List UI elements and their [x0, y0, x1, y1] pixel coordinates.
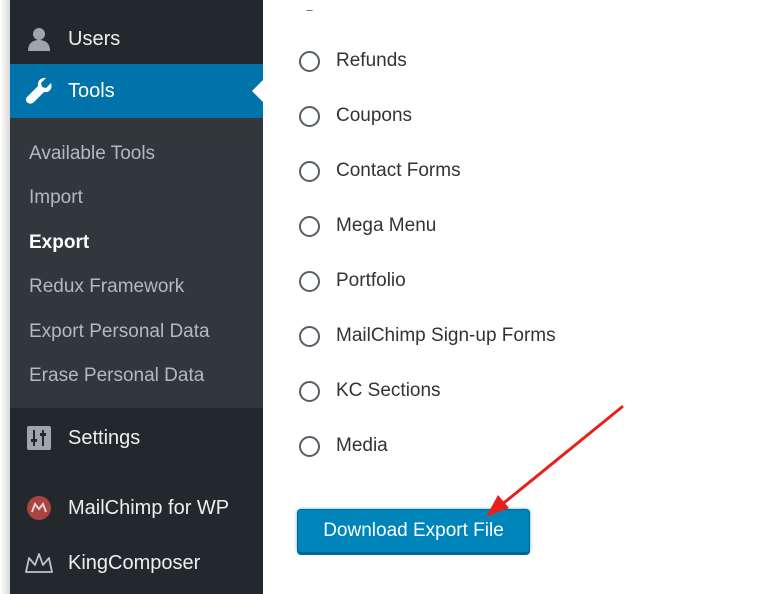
- radio-mailchimp-signup-forms[interactable]: [299, 325, 320, 347]
- kingcomposer-crown-icon: [24, 548, 54, 578]
- radio-portfolio[interactable]: [299, 270, 320, 292]
- export-option-portfolio[interactable]: Portfolio: [299, 270, 406, 292]
- download-export-file-button[interactable]: Download Export File: [297, 509, 530, 553]
- submenu-erase-personal-data[interactable]: Erase Personal Data: [29, 365, 204, 387]
- radio-label: MailChimp Sign-up Forms: [336, 325, 556, 346]
- sidebar-item-tools[interactable]: Tools: [10, 64, 263, 118]
- screenshot-frame: Users Tools Available Tools Import Expor…: [0, 0, 771, 594]
- radio-refunds[interactable]: [299, 50, 320, 72]
- radio-mega-menu[interactable]: [299, 215, 320, 237]
- radio-label: Mega Menu: [336, 215, 437, 236]
- radio-coupons[interactable]: [299, 105, 320, 127]
- radio-label: KC Sections: [336, 380, 441, 401]
- submenu-import[interactable]: Import: [29, 187, 83, 209]
- export-option-refunds[interactable]: Refunds: [299, 50, 407, 72]
- export-option-media[interactable]: Media: [299, 435, 388, 457]
- sidebar-item-tools-label: Tools: [68, 79, 115, 102]
- radio-label: Contact Forms: [336, 160, 461, 181]
- sidebar-item-users-label: Users: [68, 27, 121, 50]
- export-option-kc-sections[interactable]: KC Sections: [299, 380, 441, 402]
- sidebar-item-users[interactable]: Users: [10, 14, 263, 64]
- sidebar-item-kingcomposer-label: KingComposer: [68, 551, 201, 574]
- sidebar-item-mailchimp-label: MailChimp for WP: [68, 496, 230, 519]
- export-content: Refunds Coupons Contact Forms Mega Menu …: [263, 0, 771, 594]
- left-shadow: [0, 0, 10, 594]
- sidebar-item-mailchimp[interactable]: MailChimp for WP: [10, 483, 263, 533]
- radio-label: Coupons: [336, 105, 413, 126]
- sidebar-item-kingcomposer[interactable]: KingComposer: [10, 538, 263, 588]
- content-top-edge: [263, 0, 771, 10]
- export-option-coupons[interactable]: Coupons: [299, 105, 412, 127]
- export-option-contact-forms[interactable]: Contact Forms: [299, 160, 461, 182]
- export-option-mailchimp-signup-forms[interactable]: MailChimp Sign-up Forms: [299, 325, 556, 347]
- radio-label: Refunds: [336, 50, 407, 71]
- radio-label: Portfolio: [336, 270, 406, 291]
- submenu-export[interactable]: Export: [29, 232, 89, 254]
- radio-contact-forms[interactable]: [299, 160, 320, 182]
- submenu-available-tools[interactable]: Available Tools: [29, 143, 155, 165]
- user-icon: [24, 24, 54, 54]
- settings-sliders-icon: [24, 423, 54, 453]
- radio-label: Media: [336, 435, 388, 456]
- sidebar-item-settings[interactable]: Settings: [10, 413, 263, 463]
- submenu-export-personal-data[interactable]: Export Personal Data: [29, 321, 210, 343]
- radio-media[interactable]: [299, 435, 320, 457]
- sidebar-item-settings-label: Settings: [68, 426, 141, 449]
- tools-submenu: Available Tools Import Export Redux Fram…: [10, 118, 263, 408]
- mailchimp-icon: [24, 493, 54, 523]
- radio-kc-sections[interactable]: [299, 380, 320, 402]
- wrench-icon: [24, 76, 54, 106]
- submenu-redux-framework[interactable]: Redux Framework: [29, 276, 184, 298]
- admin-sidebar: Users Tools Available Tools Import Expor…: [10, 0, 263, 594]
- export-option-mega-menu[interactable]: Mega Menu: [299, 215, 436, 237]
